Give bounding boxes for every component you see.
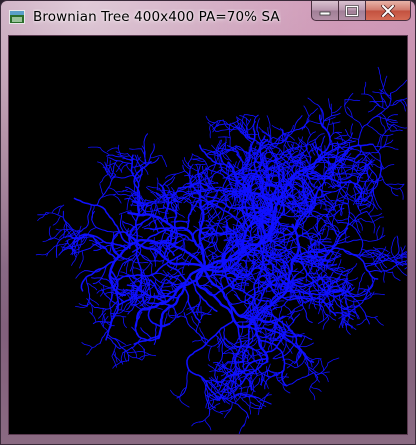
app-window-icon[interactable] — [9, 10, 25, 24]
maximize-button[interactable] — [338, 1, 365, 21]
app-window: Brownian Tree 400x400 PA=70% SA... — [0, 0, 416, 445]
window-controls — [311, 1, 411, 21]
close-icon — [381, 4, 395, 17]
window-title: Brownian Tree 400x400 PA=70% SA... — [33, 9, 281, 25]
brownian-tree-canvas[interactable] — [9, 36, 407, 434]
minimize-icon — [319, 11, 331, 15]
title-bar[interactable]: Brownian Tree 400x400 PA=70% SA... — [1, 1, 415, 35]
minimize-button[interactable] — [311, 1, 338, 21]
client-area — [8, 35, 408, 435]
maximize-icon — [345, 4, 359, 17]
close-button[interactable] — [365, 1, 411, 21]
brownian-tree-image — [35, 66, 407, 434]
